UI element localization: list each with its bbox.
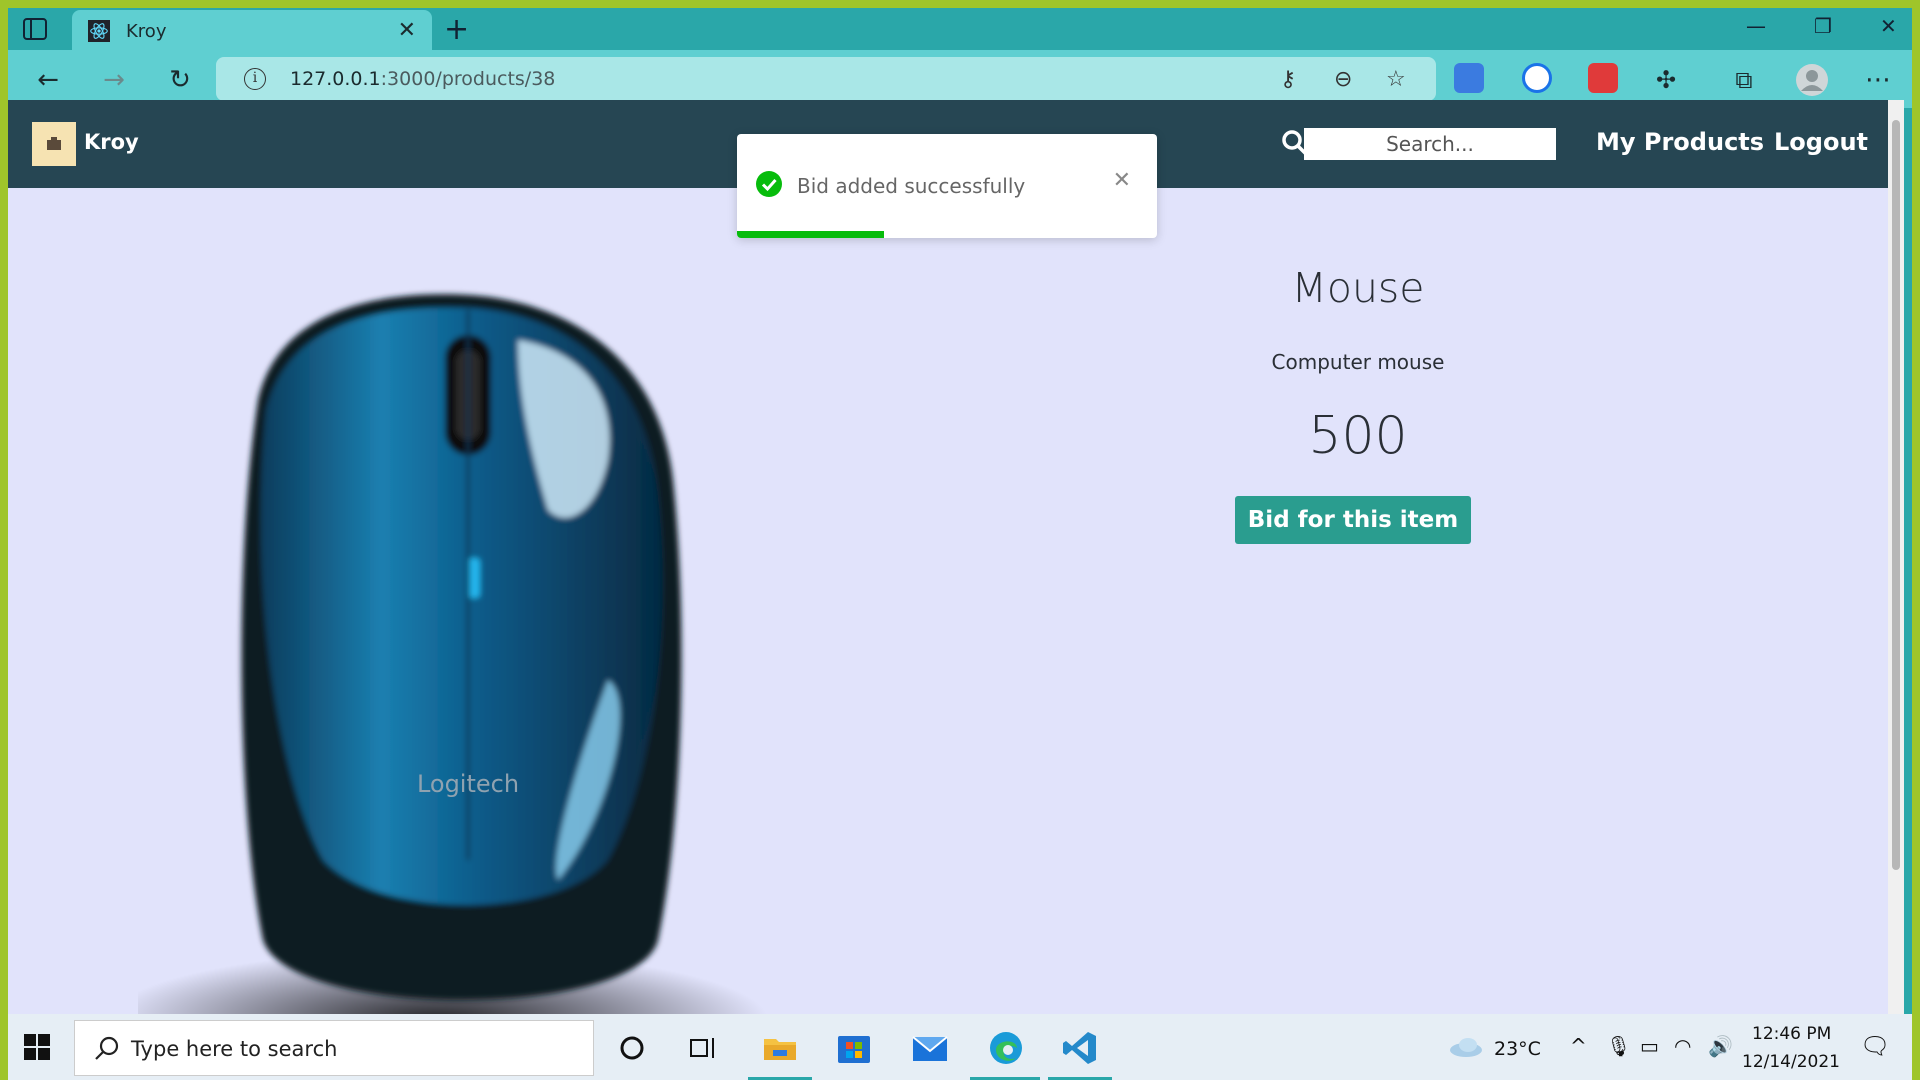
volume-icon[interactable]: 🔊 <box>1708 1034 1733 1058</box>
weather-temperature[interactable]: 23°C <box>1494 1038 1541 1060</box>
bid-button[interactable]: Bid for this item <box>1235 496 1471 544</box>
microsoft-store-icon[interactable] <box>830 1024 878 1072</box>
wifi-icon[interactable]: ◠ <box>1674 1034 1691 1058</box>
taskbar-search[interactable]: Type here to search <box>74 1020 594 1076</box>
logout-link[interactable]: Logout <box>1774 128 1868 156</box>
minimize-icon[interactable]: — <box>1746 14 1766 38</box>
task-view-icon[interactable] <box>680 1024 728 1072</box>
product-image: Logitech <box>138 294 767 1014</box>
new-tab-icon[interactable]: + <box>444 12 469 47</box>
tab-title: Kroy <box>126 21 167 42</box>
toast-message: Bid added successfully <box>797 174 1026 198</box>
back-icon[interactable]: ← <box>28 60 68 100</box>
tab-actions-icon[interactable] <box>18 14 52 44</box>
page-content: Kroy My Products Logout Logitech Mouse C… <box>8 100 1896 1014</box>
close-window-icon[interactable]: ✕ <box>1880 14 1897 38</box>
my-products-link[interactable]: My Products <box>1596 128 1764 156</box>
profile-avatar-icon[interactable] <box>1792 60 1832 100</box>
vscode-icon[interactable] <box>1056 1024 1104 1072</box>
toast-close-icon[interactable]: ✕ <box>1113 168 1131 193</box>
search-input[interactable] <box>1304 128 1556 160</box>
forward-icon[interactable]: → <box>94 60 134 100</box>
site-info-icon[interactable]: i <box>244 68 266 90</box>
brand-logo-icon[interactable] <box>32 122 76 166</box>
tab-kroy[interactable]: Kroy ✕ <box>72 10 432 50</box>
notifications-icon[interactable]: 🗨 <box>1860 1032 1890 1060</box>
cortana-icon[interactable] <box>608 1024 656 1072</box>
taskbar-search-placeholder: Type here to search <box>131 1037 338 1061</box>
clock-time[interactable]: 12:46 PM <box>1752 1024 1831 1044</box>
success-check-icon <box>756 171 782 197</box>
product-description: Computer mouse <box>1271 350 1445 374</box>
red-extension-icon[interactable] <box>1588 63 1618 93</box>
extensions-icon[interactable]: ✣ <box>1646 60 1686 100</box>
restore-icon[interactable]: ❐ <box>1814 14 1832 38</box>
address-bar[interactable]: i 127.0.0.1:3000/products/38 ⚷ ⊖ ☆ <box>216 57 1436 101</box>
battery-icon[interactable]: ▭ <box>1640 1034 1659 1058</box>
scrollbar-thumb[interactable] <box>1892 120 1900 870</box>
tab-bar: Kroy ✕ + — ❐ ✕ <box>8 8 1912 50</box>
search-icon <box>95 1036 119 1060</box>
file-explorer-icon[interactable] <box>756 1024 804 1072</box>
windows-start-icon[interactable] <box>24 1034 50 1060</box>
logitech-logo: Logitech <box>417 770 519 798</box>
windows-taskbar: Type here to search 23°C ^ 🎙 ▭ ◠ 🔊 12:46… <box>8 1014 1912 1080</box>
mail-icon[interactable] <box>906 1024 954 1072</box>
close-tab-icon[interactable]: ✕ <box>398 18 416 43</box>
tray-overflow-chevron-icon[interactable]: ^ <box>1570 1034 1587 1058</box>
toast-progress-bar <box>737 231 884 238</box>
more-menu-icon[interactable]: ⋯ <box>1858 60 1898 100</box>
collections-icon[interactable]: ⧉ <box>1724 60 1764 100</box>
brand-name[interactable]: Kroy <box>84 130 139 154</box>
weather-cloud-icon[interactable] <box>1448 1036 1484 1058</box>
password-key-icon[interactable]: ⚷ <box>1280 67 1296 92</box>
react-icon <box>88 20 110 42</box>
product-price: 500 <box>1308 406 1408 466</box>
grammar-extension-icon[interactable] <box>1522 63 1552 93</box>
translate-extension-icon[interactable] <box>1454 63 1484 93</box>
zoom-out-icon[interactable]: ⊖ <box>1334 67 1352 92</box>
edge-browser-icon[interactable] <box>982 1024 1030 1072</box>
success-toast: Bid added successfully ✕ <box>737 134 1157 238</box>
product-title: Mouse <box>1291 264 1425 312</box>
url-text: 127.0.0.1:3000/products/38 <box>290 68 556 90</box>
page-scrollbar[interactable] <box>1888 100 1904 1014</box>
clock-date[interactable]: 12/14/2021 <box>1742 1052 1840 1072</box>
refresh-icon[interactable]: ↻ <box>160 60 200 100</box>
add-favorite-icon[interactable]: ☆ <box>1386 67 1406 92</box>
microphone-icon[interactable]: 🎙 <box>1606 1034 1631 1058</box>
